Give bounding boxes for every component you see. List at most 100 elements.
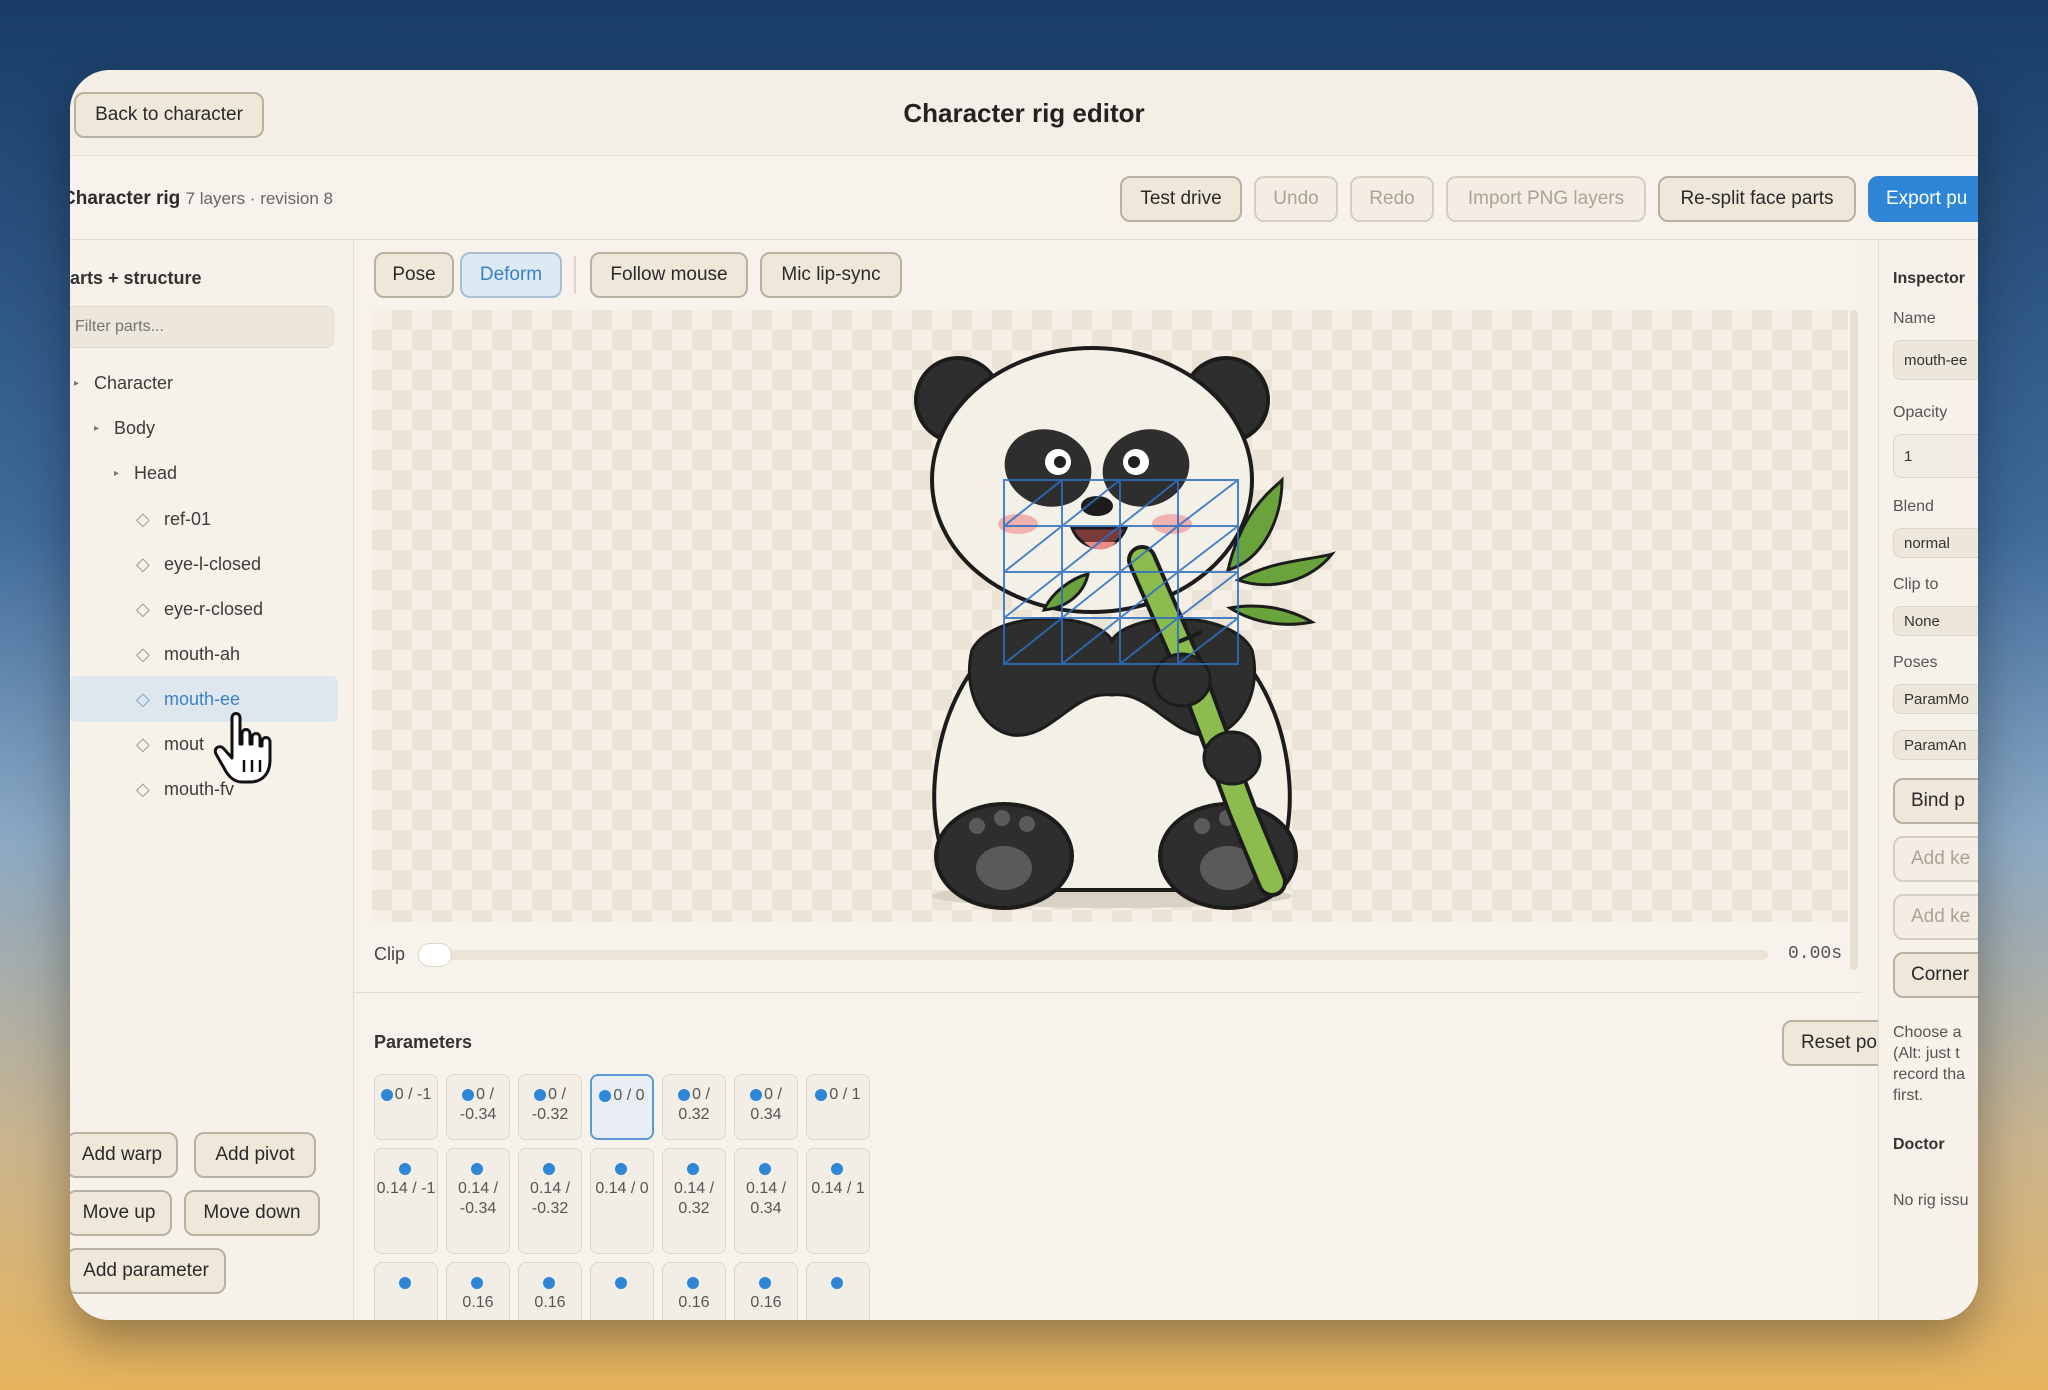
param-cell[interactable]: 0 / 0.32 [662,1074,726,1140]
param-cell[interactable]: 0 / -0.34 [446,1074,510,1140]
param-value: 0.16 [462,1294,494,1311]
page-title: Character rig editor [903,98,1145,128]
inspector-heading: Inspector [1893,270,1966,287]
param-cell[interactable]: 0.16 [662,1262,726,1320]
param-cell[interactable]: 0.16 [446,1262,510,1320]
blend-select[interactable]: normal [1893,528,1978,558]
clip-time: 0.00s [1788,944,1843,964]
tree-label: Body [114,417,156,438]
bind-pose-button[interactable]: Bind p [1893,778,1978,824]
stage-scrollbar[interactable] [1850,310,1858,970]
clip-slider[interactable] [418,943,1768,967]
param-value: 0 / 1 [829,1086,861,1103]
name-field[interactable]: mouth-ee [1893,340,1978,380]
rig-meta: 7 layers · revision 8 [185,189,333,208]
param-cell[interactable]: 0.14 / -0.34 [446,1148,510,1254]
dot-icon [815,1088,828,1101]
blend-label: Blend [1893,498,1934,515]
add-key-button-2[interactable]: Add ke [1893,894,1978,940]
dot-icon [399,1162,411,1175]
clip-label: Clip [374,944,406,964]
param-cell[interactable]: 0.14 / 0 [590,1148,654,1254]
clip-slider-thumb[interactable] [418,943,452,967]
deform-mode-button[interactable]: Deform [460,252,562,298]
clip-to-label: Clip to [1893,576,1939,593]
param-cell[interactable]: 0 / 0.34 [734,1074,798,1140]
redo-button[interactable]: Redo [1350,176,1434,222]
dot-icon [462,1088,475,1101]
tree-item-mouth-ee[interactable]: ◇ mouth-ee [70,676,338,722]
param-cell[interactable]: 0.14 / 1 [806,1148,870,1254]
add-warp-button[interactable]: Add warp [70,1132,178,1178]
move-up-button[interactable]: Move up [70,1190,172,1236]
tree-label: eye-l-closed [164,553,262,574]
app-window: Back to character Character rig editor C… [70,70,1978,1320]
tree-item-eye-l-closed[interactable]: ◇ eye-l-closed [136,541,344,587]
param-cell[interactable] [374,1262,438,1320]
param-cell[interactable]: 0.14 / -1 [374,1148,438,1254]
tree-item-ref-01[interactable]: ◇ ref-01 [136,496,344,542]
stage[interactable] [372,310,1848,922]
parts-panel: arts + structure ▸Character ▸Body ▸Head … [70,240,354,1320]
export-button[interactable]: Export pu [1868,176,1978,222]
tree-item-head[interactable]: ▸ Head [114,450,344,496]
add-key-button[interactable]: Add ke [1893,836,1978,882]
param-cell[interactable]: 0 / 1 [806,1074,870,1140]
dot-icon [615,1276,627,1289]
pose-item[interactable]: ParamAn [1893,730,1978,760]
caret-icon: ▸ [94,422,100,434]
filter-parts-input[interactable] [70,306,334,348]
tree-item-eye-r-closed[interactable]: ◇ eye-r-closed [136,586,344,632]
poses-label: Poses [1893,654,1938,671]
clip-to-select[interactable]: None [1893,606,1978,636]
tree-item-body[interactable]: ▸ Body [94,405,344,451]
import-png-layers-button[interactable]: Import PNG layers [1446,176,1646,222]
doctor-status: No rig issu [1893,1192,1969,1209]
tree-item-mouth-ah[interactable]: ◇ mouth-ah [136,631,344,677]
caret-icon: ▸ [74,377,80,389]
resplit-face-parts-button[interactable]: Re-split face parts [1658,176,1856,222]
param-cell[interactable]: 0.14 / 0.34 [734,1148,798,1254]
tree-label: Head [134,462,178,483]
dot-icon [831,1162,843,1175]
param-cell[interactable]: 0 / -0.32 [518,1074,582,1140]
layer-diamond-icon: ◇ [136,733,150,754]
parts-heading: arts + structure [70,268,202,288]
pose-item[interactable]: ParamMo [1893,684,1978,714]
layer-diamond-icon: ◇ [136,643,150,664]
layer-diamond-icon: ◇ [136,778,150,799]
tree-label: mouth-ee [164,688,241,709]
tree-item-character[interactable]: ▸ Character [74,360,344,406]
hand-cursor-icon [213,712,272,784]
param-cell[interactable]: 0.16 [734,1262,798,1320]
dot-icon [471,1276,483,1289]
toolbar-divider [574,256,576,294]
param-value: 0 / 0 [613,1087,645,1104]
param-cell[interactable]: 0.16 [518,1262,582,1320]
param-cell[interactable] [806,1262,870,1320]
param-value: 0 / -1 [394,1086,432,1103]
test-drive-button[interactable]: Test drive [1120,176,1242,222]
mic-lip-sync-button[interactable]: Mic lip-sync [760,252,902,298]
add-pivot-button[interactable]: Add pivot [194,1132,316,1178]
param-value: 0.16 [534,1294,566,1311]
opacity-field[interactable]: 1 [1893,434,1978,478]
follow-mouse-button[interactable]: Follow mouse [590,252,748,298]
layer-diamond-icon: ◇ [136,508,150,529]
pose-mode-button[interactable]: Pose [374,252,454,298]
layer-diamond-icon: ◇ [136,598,150,619]
undo-button[interactable]: Undo [1254,176,1338,222]
move-down-button[interactable]: Move down [184,1190,320,1236]
param-cell[interactable]: 0 / -1 [374,1074,438,1140]
dot-icon [759,1162,771,1175]
param-cell-selected[interactable]: 0 / 0 [590,1074,654,1140]
param-cell[interactable]: 0.14 / 0.32 [662,1148,726,1254]
panda-character [914,346,1337,910]
param-value: 0.16 [750,1294,782,1311]
add-parameter-button[interactable]: Add parameter [70,1248,226,1294]
param-cell[interactable] [590,1262,654,1320]
tree-label: mouth-ah [164,643,241,664]
corner-button[interactable]: Corner [1893,952,1978,998]
dot-icon [380,1088,393,1101]
param-cell[interactable]: 0.14 / -0.32 [518,1148,582,1254]
